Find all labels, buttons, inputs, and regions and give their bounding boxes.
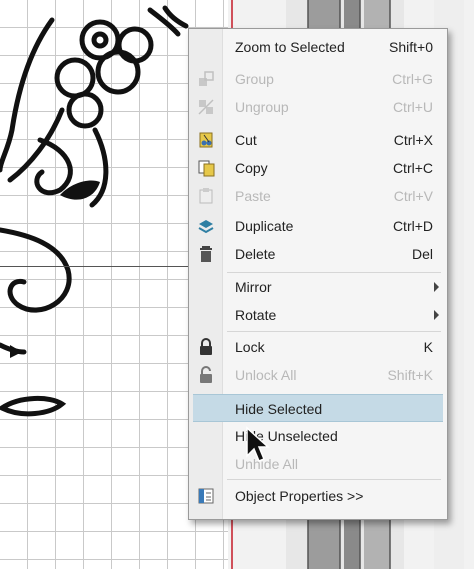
cut-icon <box>197 131 215 149</box>
menu-item-shortcut: Ctrl+G <box>392 71 433 87</box>
copy-icon <box>197 159 215 177</box>
menu-item-unlock-all[interactable]: Unlock All Shift+K <box>189 361 447 389</box>
submenu-arrow-icon <box>434 282 439 292</box>
menu-item-shortcut: Ctrl+D <box>392 218 433 234</box>
menu-separator <box>227 479 441 480</box>
menu-item-rotate[interactable]: Rotate <box>189 301 447 329</box>
submenu-arrow-icon <box>434 310 439 320</box>
menu-item-shortcut: Shift+0 <box>389 39 433 55</box>
menu-item-paste[interactable]: Paste Ctrl+V <box>189 182 447 210</box>
group-icon <box>197 70 215 88</box>
menu-item-label: Rotate <box>235 307 277 323</box>
lock-icon <box>197 338 215 356</box>
menu-item-shortcut: K <box>423 339 433 355</box>
properties-icon <box>197 487 215 505</box>
menu-item-shortcut: Ctrl+U <box>392 99 433 115</box>
mouse-cursor-icon <box>246 426 270 462</box>
menu-item-delete[interactable]: Delete Del <box>189 240 447 268</box>
menu-item-zoom-to-selected[interactable]: Zoom to Selected Shift+0 <box>189 33 447 61</box>
menu-item-label: Delete <box>235 246 276 262</box>
menu-item-shortcut: Shift+K <box>387 367 433 383</box>
menu-item-shortcut: Ctrl+X <box>393 132 433 148</box>
menu-item-shortcut: Ctrl+C <box>392 160 433 176</box>
menu-item-label: Zoom to Selected <box>235 39 345 55</box>
duplicate-icon <box>197 217 215 235</box>
menu-item-hide-unselected[interactable]: Hide Unselected <box>189 422 447 450</box>
menu-item-mirror[interactable]: Mirror <box>189 273 447 301</box>
menu-item-duplicate[interactable]: Duplicate Ctrl+D <box>189 212 447 240</box>
menu-item-label: Hide Selected <box>235 401 323 417</box>
menu-item-label: Group <box>235 71 274 87</box>
context-menu: Zoom to Selected Shift+0 Group Ctrl+G Un… <box>188 28 448 520</box>
menu-item-group[interactable]: Group Ctrl+G <box>189 65 447 93</box>
menu-separator <box>227 331 441 332</box>
menu-item-label: Paste <box>235 188 271 204</box>
unlock-icon <box>197 366 215 384</box>
menu-item-label: Copy <box>235 160 268 176</box>
menu-item-label: Duplicate <box>235 218 294 234</box>
menu-item-label: Unlock All <box>235 367 297 383</box>
menu-item-label: Lock <box>235 339 265 355</box>
menu-item-cut[interactable]: Cut Ctrl+X <box>189 126 447 154</box>
menu-item-shortcut: Del <box>411 246 433 262</box>
menu-item-unhide-all[interactable]: Unhide All <box>189 450 447 478</box>
menu-item-shortcut: Ctrl+V <box>393 188 433 204</box>
menu-item-object-properties[interactable]: Object Properties >> <box>189 482 447 510</box>
menu-item-hide-selected[interactable]: Hide Selected <box>193 394 443 422</box>
ungroup-icon <box>197 98 215 116</box>
trash-icon <box>197 245 215 263</box>
menu-item-lock[interactable]: Lock K <box>189 333 447 361</box>
menu-item-label: Cut <box>235 132 257 148</box>
menu-item-label: Mirror <box>235 279 272 295</box>
guide-line <box>0 266 200 267</box>
menu-item-copy[interactable]: Copy Ctrl+C <box>189 154 447 182</box>
menu-item-label: Ungroup <box>235 99 289 115</box>
menu-item-label: Object Properties >> <box>235 488 364 504</box>
menu-item-ungroup[interactable]: Ungroup Ctrl+U <box>189 93 447 121</box>
paste-icon <box>197 187 215 205</box>
